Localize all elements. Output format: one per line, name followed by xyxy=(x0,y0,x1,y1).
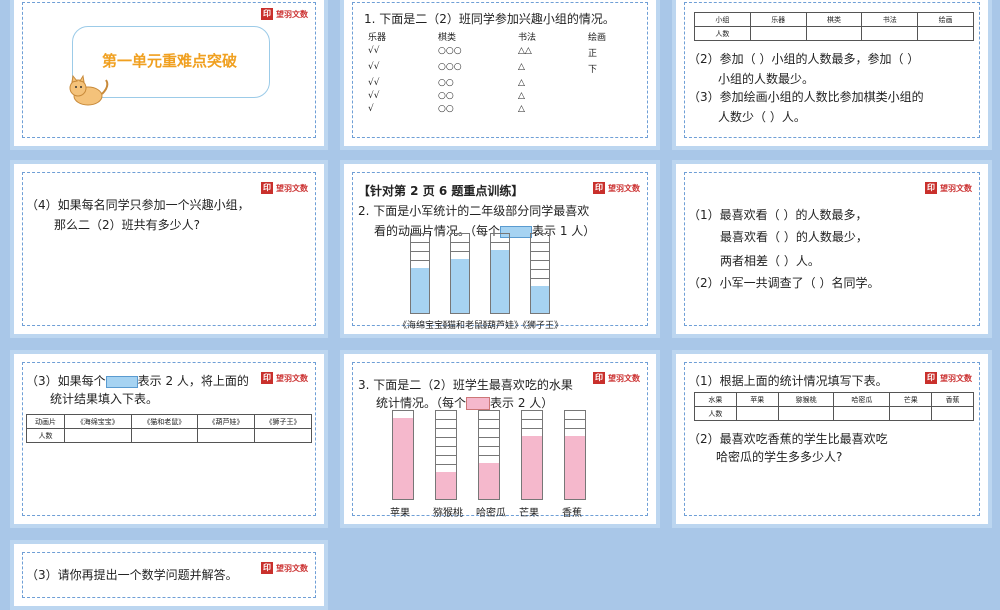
slide-1[interactable]: 第一单元重难点突破 印望羽文数 xyxy=(10,0,328,150)
q4-line2: 那么二（2）班共有多少人? xyxy=(54,218,201,232)
category-label: 苹果 xyxy=(390,508,410,519)
slide-5[interactable]: 印望羽文数 【针对第 2 页 6 题重点训练】 2. 下面是小军统计的二年级部分… xyxy=(340,160,660,338)
cartoon-count-table: 动画片 《海绵宝宝》 《猫和老鼠》 《葫芦娃》 《狮子王》 人数 xyxy=(26,414,312,443)
s6-line4: （2）小军一共调查了（ ）名同学。 xyxy=(688,276,880,290)
slide-7[interactable]: 印望羽文数 （3）如果每个 表示 2 人，将上面的 统计结果填入下表。 动画片 《海… xyxy=(10,350,328,528)
bar-column xyxy=(564,410,586,500)
tally-row: √√ ○○ △ xyxy=(368,78,525,88)
s9-line1: （1）根据上面的统计情况填写下表。 xyxy=(688,374,888,388)
logo: 印望羽文数 xyxy=(261,182,308,194)
category-label: 香蕉 xyxy=(562,508,582,519)
q3-line2: 人数少（ ）人。 xyxy=(718,110,806,124)
category-label: 《狮子王》 xyxy=(518,321,564,331)
bar-fill xyxy=(411,268,429,313)
s9-line3: 哈密瓜的学生多多少人? xyxy=(716,450,843,464)
slide-4[interactable]: 印望羽文数 （4）如果每名同学只参加一个兴趣小组， 那么二（2）班共有多少人? xyxy=(10,160,328,338)
logo: 印望羽文数 xyxy=(925,182,972,194)
seal-icon: 印 xyxy=(925,182,937,194)
bar-column xyxy=(410,233,430,314)
category-label: 芒果 xyxy=(519,508,539,519)
bar-fill xyxy=(491,250,509,313)
tally-row: √√ ○○○ △ 下 xyxy=(368,62,598,75)
bar-fill xyxy=(522,436,542,499)
slide-2[interactable]: 1. 下面是二（2）班同学参加兴趣小组的情况。 乐器 棋类 书法 绘画 √√ ○○… xyxy=(340,0,660,150)
tally-header: 乐器 棋类 书法 绘画 xyxy=(368,33,607,43)
seal-icon: 印 xyxy=(261,8,273,20)
tally-row: √√ ○○○ △△ 正 xyxy=(368,46,598,59)
bar-column xyxy=(478,410,500,500)
bar-column xyxy=(521,410,543,500)
tally-row: √ ○○ △ xyxy=(368,104,525,114)
slide-9[interactable]: 印望羽文数 （1）根据上面的统计情况填写下表。 水果 苹果 猕猴桃 哈密瓜 芒果 香蕉 人… xyxy=(672,350,992,528)
bar-fill xyxy=(451,259,469,313)
question-1: 1. 下面是二（2）班同学参加兴趣小组的情况。 xyxy=(364,12,615,26)
s7-line1: （3）如果每个 表示 2 人，将上面的 xyxy=(26,374,249,388)
category-label: 猕猴桃 xyxy=(433,508,463,519)
slide-8[interactable]: 印望羽文数 3. 下面是二（2）班学生最喜欢吃的水果 统计情况。（每个 表示 2 … xyxy=(340,350,660,528)
legend-square-blue xyxy=(105,375,138,388)
q4-line1: （4）如果每名同学只参加一个兴趣小组， xyxy=(26,198,250,212)
s10-line1: （3）请你再提出一个数学问题并解答。 xyxy=(26,568,238,582)
bar-fill xyxy=(565,436,585,499)
logo: 印望羽文数 xyxy=(593,182,640,194)
q3-line1: （3）参加绘画小组的人数比参加棋类小组的 xyxy=(688,90,924,104)
q2-line1: （2）参加（ ）小组的人数最多，参加（ ） xyxy=(688,52,920,66)
cat-icon xyxy=(66,74,110,108)
fruit-count-table: 水果 苹果 猕猴桃 哈密瓜 芒果 香蕉 人数 xyxy=(694,392,974,421)
bar-fill xyxy=(436,472,456,499)
logo: 印望羽文数 xyxy=(925,372,972,384)
logo: 印望羽文数 xyxy=(593,372,640,384)
logo: 印望羽文数 xyxy=(261,562,308,574)
s9-line2: （2）最喜欢吃香蕉的学生比最喜欢吃 xyxy=(688,432,888,446)
question-3-line1: 3. 下面是二（2）班学生最喜欢吃的水果 xyxy=(358,378,573,392)
slide-6[interactable]: 印望羽文数 （1）最喜欢看（ ）的人数最多， 最喜欢看（ ）的人数最少， 两者相… xyxy=(672,160,992,338)
s6-line2: 最喜欢看（ ）的人数最少， xyxy=(720,230,868,244)
category-label: 《葫芦娃》 xyxy=(478,321,524,331)
bar-column xyxy=(450,233,470,314)
s7-line2: 统计结果填入下表。 xyxy=(50,392,159,406)
q2-line2: 小组的人数最少。 xyxy=(718,72,815,86)
bar-fill xyxy=(531,286,549,313)
slide-border xyxy=(684,172,980,326)
tally-table: 乐器 棋类 书法 绘画 √√ ○○○ △△ 正 √√ ○○○ △ 下 √√ ○○ △ √√ ○○ △… xyxy=(368,30,648,114)
category-label: 哈密瓜 xyxy=(476,508,506,519)
bar-fill xyxy=(393,418,413,499)
tally-row: √√ ○○ △ xyxy=(368,91,525,101)
bar-column xyxy=(392,410,414,500)
training-heading: 【针对第 2 页 6 题重点训练】 xyxy=(358,184,524,198)
seal-icon: 印 xyxy=(261,182,273,194)
seal-icon: 印 xyxy=(261,372,273,384)
seal-icon: 印 xyxy=(593,182,605,194)
unit-title: 第一单元重难点突破 xyxy=(102,52,238,70)
slide-3[interactable]: 小组 乐器 棋类 书法 绘画 人数 （2）参加（ ）小组的人数最多，参加（ ） 小组的人… xyxy=(672,0,992,150)
bar-column xyxy=(435,410,457,500)
s6-line1: （1）最喜欢看（ ）的人数最多， xyxy=(688,208,868,222)
s6-line3: 两者相差（ ）人。 xyxy=(720,254,820,268)
question-2-line2: 看的动画片情况。（每个 表示 1 人） xyxy=(374,224,596,238)
legend-square-pink xyxy=(466,397,491,410)
seal-icon: 印 xyxy=(593,372,605,384)
bar-column xyxy=(490,233,510,314)
logo: 印望羽文数 xyxy=(261,372,308,384)
bar-column xyxy=(530,233,550,314)
question-2-line1: 2. 下面是小军统计的二年级部分同学最喜欢 xyxy=(358,204,590,218)
group-count-table: 小组 乐器 棋类 书法 绘画 人数 xyxy=(694,12,974,41)
logo: 印望羽文数 xyxy=(261,8,308,20)
bar-fill xyxy=(479,463,499,499)
seal-icon: 印 xyxy=(925,372,937,384)
question-3-line2: 统计情况。（每个 表示 2 人） xyxy=(376,396,554,410)
seal-icon: 印 xyxy=(261,562,273,574)
